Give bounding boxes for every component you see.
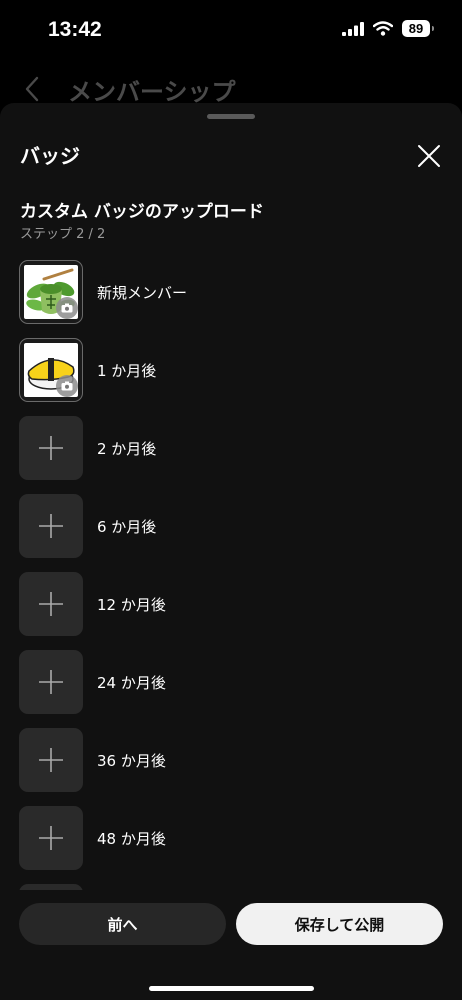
badge-row-new-member[interactable]: 新規メンバー (19, 260, 439, 324)
battery-icon: 89 (402, 20, 434, 37)
badge-sheet: バッジ カスタム バッジのアップロード ステップ 2 / 2 新規メンバー 1 … (0, 103, 462, 1000)
plus-icon (39, 748, 63, 772)
badge-row-36-months[interactable]: 36 か月後 (19, 728, 439, 792)
badge-add-tile[interactable] (19, 416, 83, 480)
badge-label: 2 か月後 (97, 439, 157, 458)
wifi-icon (373, 21, 393, 36)
previous-button[interactable]: 前へ (19, 903, 226, 945)
badge-label: 24 か月後 (97, 673, 166, 692)
status-icons: 89 (342, 20, 434, 37)
badge-row-48-months[interactable]: 48 か月後 (19, 806, 439, 870)
camera-icon (56, 375, 78, 397)
chevron-left-icon[interactable] (24, 76, 40, 102)
background-page-title: メンバーシップ (68, 78, 236, 106)
step-indicator: ステップ 2 / 2 (20, 227, 106, 242)
plus-icon (39, 592, 63, 616)
badge-add-tile[interactable] (19, 650, 83, 714)
badge-add-tile[interactable] (19, 728, 83, 792)
badge-row-6-months[interactable]: 6 か月後 (19, 494, 439, 558)
home-indicator[interactable] (149, 986, 314, 991)
badge-add-tile[interactable] (19, 806, 83, 870)
badge-upload-tile[interactable] (19, 338, 83, 402)
battery-level: 89 (408, 21, 424, 36)
plus-icon (39, 514, 63, 538)
plus-icon (39, 436, 63, 460)
badge-row-partial[interactable] (19, 884, 439, 890)
sheet-title: バッジ (20, 144, 80, 168)
sheet-grabber[interactable] (207, 114, 255, 119)
badge-label: 6 か月後 (97, 517, 157, 536)
badge-label: 1 か月後 (97, 361, 157, 380)
status-time: 13:42 (48, 18, 102, 41)
badge-label: 新規メンバー (97, 283, 188, 302)
camera-icon (56, 297, 78, 319)
badge-label: 48 か月後 (97, 829, 166, 848)
sheet-footer: 前へ 保存して公開 (19, 903, 443, 945)
close-button[interactable] (414, 141, 444, 171)
badge-row-24-months[interactable]: 24 か月後 (19, 650, 439, 714)
signal-icon (342, 21, 364, 36)
badge-list[interactable]: 新規メンバー 1 か月後 2 か月後 6 か月後 12 か月後 24 か月後 3… (0, 258, 462, 890)
badge-add-tile[interactable] (19, 494, 83, 558)
badge-add-tile[interactable] (19, 572, 83, 636)
plus-icon (39, 670, 63, 694)
plus-icon (39, 826, 63, 850)
badge-label: 12 か月後 (97, 595, 166, 614)
section-title: カスタム バッジのアップロード (20, 202, 264, 222)
badge-add-tile[interactable] (19, 884, 83, 890)
save-and-publish-button[interactable]: 保存して公開 (236, 903, 443, 945)
close-icon (418, 145, 440, 167)
badge-row-1-month[interactable]: 1 か月後 (19, 338, 439, 402)
badge-upload-tile[interactable] (19, 260, 83, 324)
badge-row-12-months[interactable]: 12 か月後 (19, 572, 439, 636)
status-bar: 13:42 89 (0, 0, 462, 62)
badge-label: 36 か月後 (97, 751, 166, 770)
badge-row-2-months[interactable]: 2 か月後 (19, 416, 439, 480)
